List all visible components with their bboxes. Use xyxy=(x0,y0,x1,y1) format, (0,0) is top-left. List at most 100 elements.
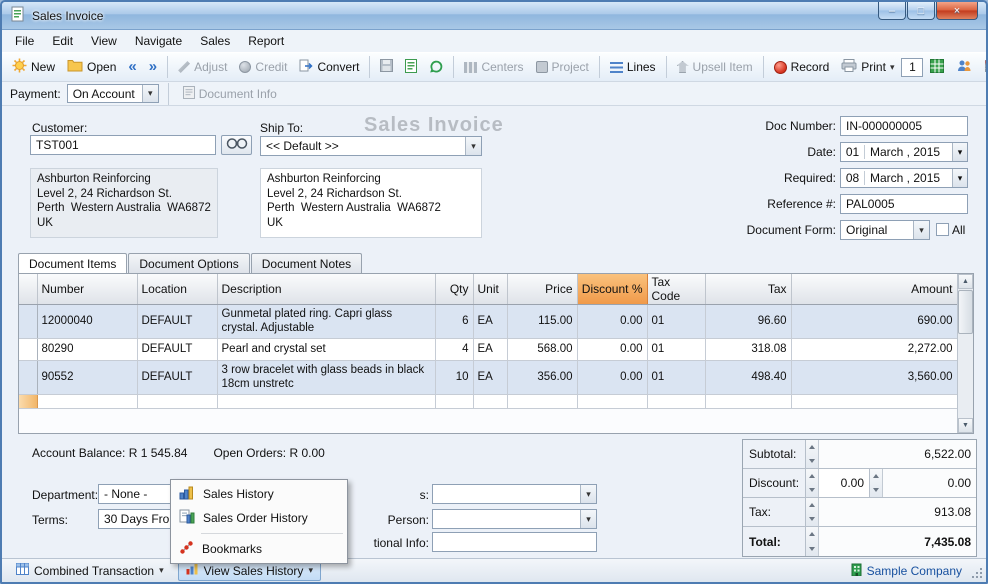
cell-tax[interactable]: 318.08 xyxy=(705,339,791,361)
cell-discount[interactable]: 0.00 xyxy=(577,305,647,339)
doc-number-field[interactable]: IN-000000005 xyxy=(840,116,968,136)
menu-view[interactable]: View xyxy=(82,31,126,51)
cell-location[interactable]: DEFAULT xyxy=(137,361,217,395)
combined-transaction-button[interactable]: Combined Transaction ▾ xyxy=(8,560,172,581)
col-location[interactable]: Location xyxy=(137,274,217,305)
cell-tax[interactable]: 96.60 xyxy=(705,305,791,339)
cell-amount[interactable] xyxy=(791,395,957,409)
billing-address-box[interactable]: Ashburton Reinforcing Level 2, 24 Richar… xyxy=(30,168,218,238)
cell-unit[interactable] xyxy=(473,395,507,409)
resize-grip[interactable] xyxy=(970,566,983,579)
current-row-selector[interactable] xyxy=(19,395,37,409)
cell-tax-code[interactable]: 01 xyxy=(647,339,705,361)
tab-document-items[interactable]: Document Items xyxy=(18,253,127,275)
cell-discount[interactable]: 0.00 xyxy=(577,361,647,395)
convert-button[interactable]: Convert xyxy=(294,56,364,79)
record-button[interactable]: Record xyxy=(769,57,835,77)
print-copies-field[interactable]: 1 xyxy=(901,58,923,77)
customer-lookup-button[interactable] xyxy=(221,135,252,155)
ship-to-select[interactable]: << Default >> ▾ xyxy=(260,136,482,156)
menu-sales[interactable]: Sales xyxy=(191,31,239,51)
adjust-button[interactable]: Adjust xyxy=(173,57,232,77)
row-selector-header[interactable] xyxy=(19,274,37,305)
minimize-button[interactable]: – xyxy=(878,2,906,20)
cell-discount[interactable] xyxy=(577,395,647,409)
upsell-item-button[interactable]: Upsell Item xyxy=(672,57,758,77)
spinner-icon[interactable] xyxy=(870,469,883,497)
document-form-select[interactable]: Original ▾ xyxy=(840,220,930,240)
row-selector[interactable] xyxy=(19,339,37,361)
date-picker[interactable]: 01 March , 2015 ▾ xyxy=(840,142,968,162)
tab-document-notes[interactable]: Document Notes xyxy=(251,253,362,274)
project-button[interactable]: Project xyxy=(531,57,594,77)
spinner-icon[interactable] xyxy=(806,469,819,497)
salesperson-select[interactable]: ▾ xyxy=(432,484,597,504)
menu-navigate[interactable]: Navigate xyxy=(126,31,191,51)
tab-document-options[interactable]: Document Options xyxy=(128,253,249,274)
cell-tax[interactable]: 498.40 xyxy=(705,361,791,395)
save-button[interactable] xyxy=(375,56,398,78)
menu-item-sales-order-history[interactable]: Sales Order History xyxy=(171,506,347,530)
cell-price[interactable]: 115.00 xyxy=(507,305,577,339)
shipping-address-box[interactable]: Ashburton Reinforcing Level 2, 24 Richar… xyxy=(260,168,482,238)
additional-info-input[interactable] xyxy=(432,532,597,552)
close-button[interactable]: × xyxy=(936,2,978,20)
title-bar[interactable]: Sales Invoice – □ × xyxy=(2,2,986,30)
col-discount[interactable]: Discount % xyxy=(577,274,647,305)
lines-button[interactable]: Lines xyxy=(605,57,661,77)
print-button[interactable]: Print ▾ xyxy=(836,56,899,78)
row-selector[interactable] xyxy=(19,361,37,395)
menu-item-bookmarks[interactable]: Bookmarks xyxy=(171,537,347,561)
cell-amount[interactable]: 2,272.00 xyxy=(791,339,957,361)
cell-number[interactable]: 80290 xyxy=(37,339,137,361)
cell-description[interactable]: Pearl and crystal set xyxy=(217,339,435,361)
menu-report[interactable]: Report xyxy=(239,31,293,51)
scroll-down-button[interactable]: ▼ xyxy=(958,418,973,433)
sales-person-select[interactable]: ▾ xyxy=(432,509,597,529)
customer-code-field[interactable]: TST001 xyxy=(30,135,216,155)
credit-button[interactable]: Credit xyxy=(234,57,292,77)
menu-edit[interactable]: Edit xyxy=(43,31,82,51)
cell-price[interactable]: 568.00 xyxy=(507,339,577,361)
cell-unit[interactable]: EA xyxy=(473,305,507,339)
cell-location[interactable] xyxy=(137,395,217,409)
maximize-button[interactable]: □ xyxy=(907,2,935,20)
new-button[interactable]: New xyxy=(7,55,60,79)
col-tax-code[interactable]: Tax Code xyxy=(647,274,705,305)
cell-price[interactable] xyxy=(507,395,577,409)
cell-unit[interactable]: EA xyxy=(473,361,507,395)
col-amount[interactable]: Amount xyxy=(791,274,957,305)
col-qty[interactable]: Qty xyxy=(435,274,473,305)
cell-location[interactable]: DEFAULT xyxy=(137,305,217,339)
cell-tax[interactable] xyxy=(705,395,791,409)
cell-price[interactable]: 356.00 xyxy=(507,361,577,395)
cell-tax-code[interactable] xyxy=(647,395,705,409)
required-date-picker[interactable]: 08 March , 2015 ▾ xyxy=(840,168,968,188)
document-button[interactable] xyxy=(400,56,422,79)
cell-unit[interactable]: EA xyxy=(473,339,507,361)
col-unit[interactable]: Unit xyxy=(473,274,507,305)
contacts-button[interactable] xyxy=(952,56,977,78)
cell-description[interactable] xyxy=(217,395,435,409)
scrollbar-thumb[interactable] xyxy=(958,290,973,334)
cell-description[interactable]: Gunmetal plated ring. Capri glass crysta… xyxy=(217,305,435,339)
spinner-icon[interactable] xyxy=(806,440,819,468)
row-selector[interactable] xyxy=(19,305,37,339)
cell-number[interactable]: 90552 xyxy=(37,361,137,395)
menu-item-sales-history[interactable]: Sales History xyxy=(171,482,347,506)
cell-tax-code[interactable]: 01 xyxy=(647,305,705,339)
cell-location[interactable]: DEFAULT xyxy=(137,339,217,361)
grid-vertical-scrollbar[interactable]: ▲ ▼ xyxy=(957,274,973,433)
cell-amount[interactable]: 690.00 xyxy=(791,305,957,339)
centers-button[interactable]: Centers xyxy=(459,57,528,77)
forward-button[interactable]: » xyxy=(144,58,162,76)
cell-qty[interactable]: 10 xyxy=(435,361,473,395)
col-price[interactable]: Price xyxy=(507,274,577,305)
cell-qty[interactable]: 4 xyxy=(435,339,473,361)
open-button[interactable]: Open xyxy=(62,56,121,78)
cell-qty[interactable] xyxy=(435,395,473,409)
cell-discount[interactable]: 0.00 xyxy=(577,339,647,361)
grid-view-button[interactable] xyxy=(925,56,949,79)
cell-amount[interactable]: 3,560.00 xyxy=(791,361,957,395)
col-tax[interactable]: Tax xyxy=(705,274,791,305)
